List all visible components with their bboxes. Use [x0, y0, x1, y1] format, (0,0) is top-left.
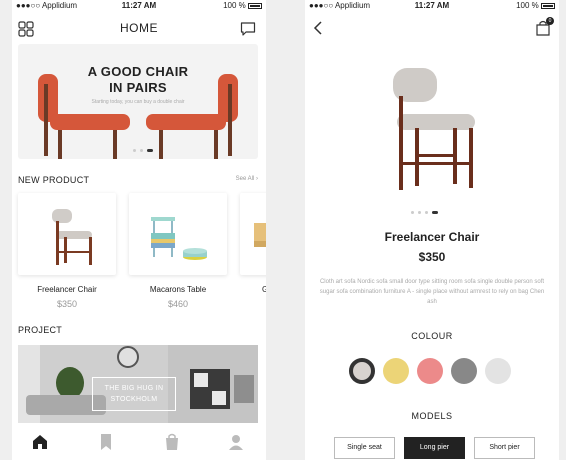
table-image [151, 217, 207, 260]
battery-indicator: 100 % [516, 1, 555, 10]
product-title: Freelancer Chair [384, 230, 480, 244]
colour-swatch[interactable] [417, 358, 443, 384]
pager-dot[interactable] [133, 149, 136, 152]
project-heading: PROJECT [18, 325, 63, 335]
model-option-button[interactable]: Short pier [474, 437, 535, 459]
message-icon[interactable] [240, 21, 256, 37]
back-arrow-icon[interactable] [311, 20, 325, 36]
hero-title: A GOOD CHAIR IN PAIRS [18, 64, 258, 96]
product-detail-screen: ●●●○○ Applidium 11:27 AM 100 % 0 Freelan… [305, 0, 559, 460]
hero-subtitle: Starting today, you can buy a double cha… [91, 99, 185, 105]
product-card[interactable]: Macarons Table $460 [129, 193, 227, 309]
product-carousel[interactable]: Freelancer Chair $350 Macarons Table $46… [18, 193, 266, 313]
tab-bar [12, 424, 266, 460]
colour-swatch[interactable] [485, 358, 511, 384]
models-heading: MODELS [411, 411, 453, 421]
product-name: Macarons Table [149, 285, 207, 294]
bookmark-icon[interactable] [96, 432, 116, 452]
hero-title-line2: IN PAIRS [109, 80, 167, 95]
profile-icon[interactable] [226, 432, 246, 452]
colour-heading: COLOUR [411, 331, 453, 341]
colour-swatch[interactable] [451, 358, 477, 384]
hero-title-line1: A GOOD CHAIR [87, 64, 189, 79]
image-pager [411, 211, 438, 214]
pager-dot[interactable] [418, 211, 421, 214]
project-card[interactable]: THE BIG HUG IN STOCKHOLM [18, 345, 258, 423]
colour-swatch[interactable] [349, 358, 375, 384]
chair-image [52, 209, 92, 265]
pager-dot-active[interactable] [147, 149, 153, 152]
model-options: Single seat Long pier Short pier [334, 437, 535, 459]
home-icon[interactable] [30, 432, 50, 452]
sofa-image [254, 223, 266, 247]
hero-banner[interactable]: A GOOD CHAIR IN PAIRS Starting today, yo… [18, 44, 258, 159]
page-title: HOME [120, 21, 158, 35]
bag-icon[interactable] [162, 432, 182, 452]
colour-options [349, 358, 511, 384]
pager-dot-active[interactable] [432, 211, 438, 214]
product-price: $350 [56, 299, 78, 309]
product-image-frame [129, 193, 227, 275]
pager-dot[interactable] [140, 149, 143, 152]
pager-dot[interactable] [425, 211, 428, 214]
battery-icon [541, 2, 555, 9]
project-label-line1: THE BIG HUG IN [104, 385, 164, 392]
product-image-frame [18, 193, 116, 275]
home-screen: ●●●○○ Applidium 11:27 AM 100 % HOME A GO… [12, 0, 266, 460]
new-product-heading: NEW PRODUCT [18, 175, 90, 185]
product-description: Cloth art sofa Nordic sofa small door ty… [319, 279, 545, 305]
cart-button[interactable]: 0 [535, 17, 554, 36]
product-card[interactable]: Gu [240, 193, 266, 294]
product-card[interactable]: Freelancer Chair $350 [18, 193, 116, 309]
product-price: $350 [418, 250, 446, 264]
hero-pager [133, 149, 153, 152]
status-bar: ●●●○○ Applidium 11:27 AM 100 % [12, 0, 266, 12]
product-image[interactable] [389, 66, 479, 191]
model-option-button[interactable]: Long pier [404, 437, 465, 459]
see-all-link[interactable]: See All › [236, 176, 258, 182]
cart-count-badge: 0 [546, 17, 554, 25]
project-label: THE BIG HUG IN STOCKHOLM [92, 377, 176, 411]
status-bar: ●●●○○ Applidium 11:27 AM 100 % [305, 0, 559, 12]
product-name: Gu [262, 285, 266, 294]
model-option-button[interactable]: Single seat [334, 437, 395, 459]
project-label-line2: STOCKHOLM [110, 396, 158, 403]
battery-indicator: 100 % [223, 1, 262, 10]
product-price: $460 [167, 299, 189, 309]
product-name: Freelancer Chair [37, 285, 97, 294]
battery-icon [248, 2, 262, 9]
colour-swatch[interactable] [383, 358, 409, 384]
pager-dot[interactable] [411, 211, 414, 214]
product-image-frame [240, 193, 266, 275]
